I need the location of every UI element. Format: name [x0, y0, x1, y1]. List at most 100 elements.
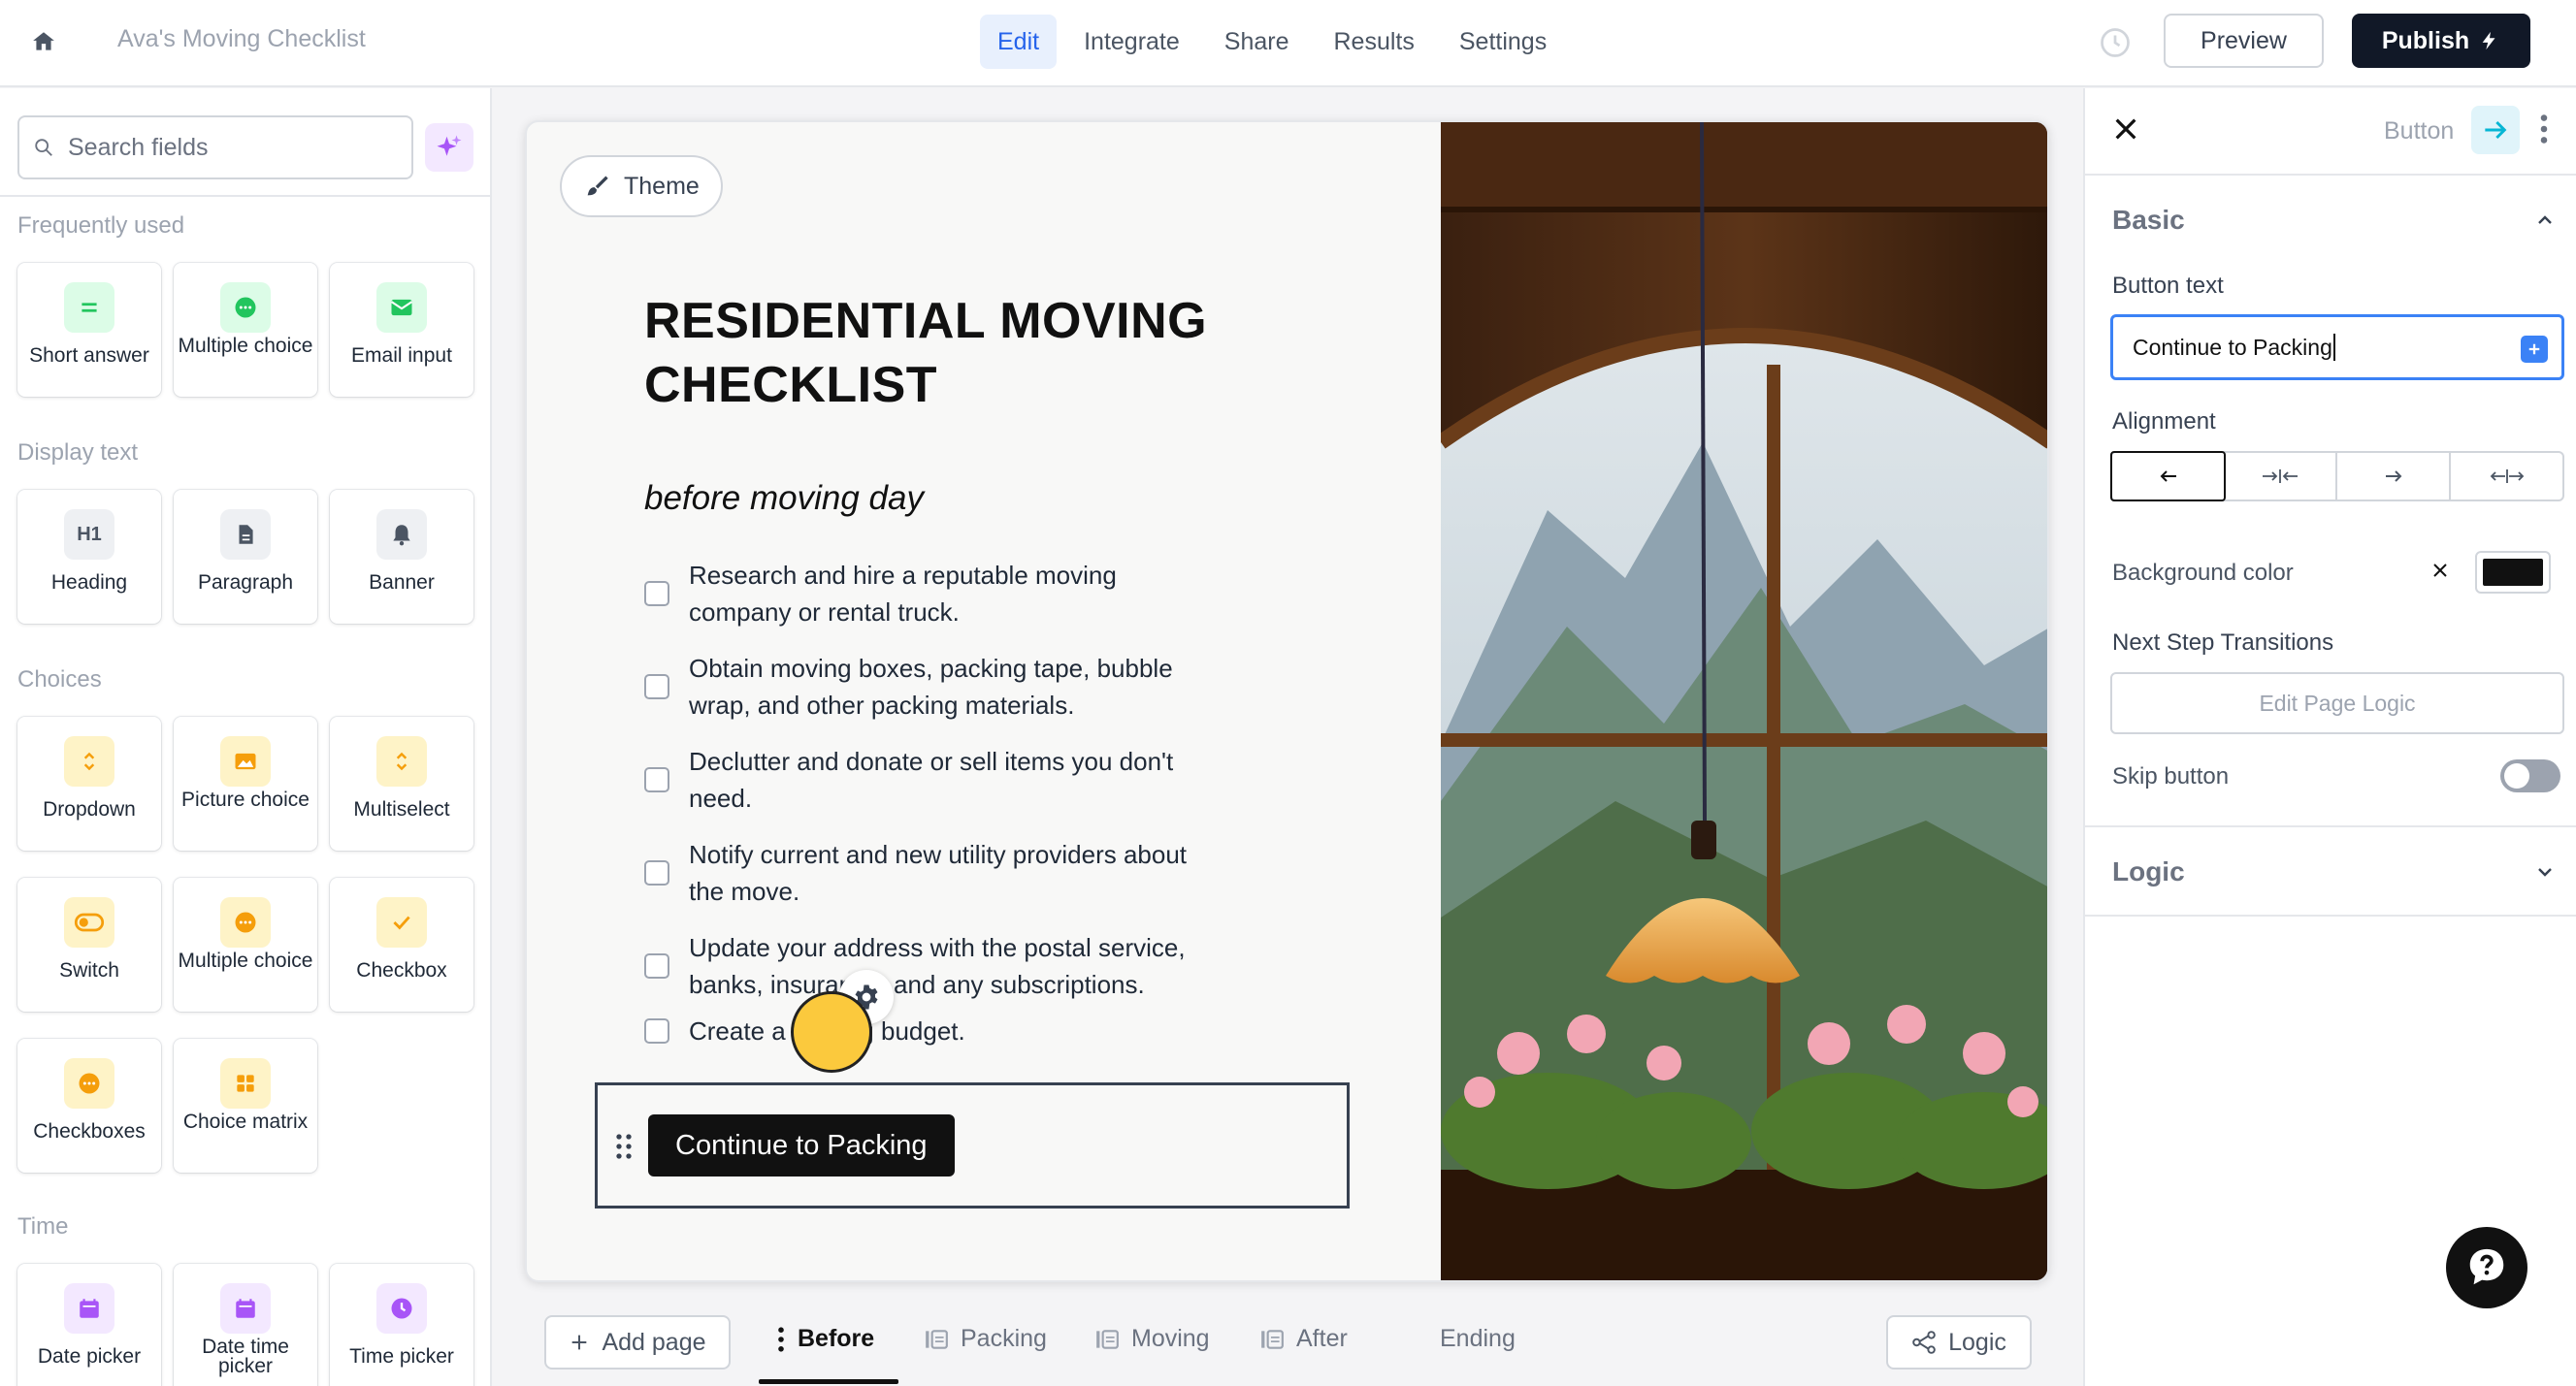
- checklist-checkbox[interactable]: [644, 1018, 669, 1044]
- page-tab-label: Before: [798, 1325, 875, 1352]
- checklist-checkbox[interactable]: [644, 953, 669, 979]
- field-multiple-choice[interactable]: Multiple choice: [174, 263, 317, 397]
- field-picture-choice[interactable]: Picture choice: [174, 717, 317, 851]
- field-banner[interactable]: Banner: [330, 490, 473, 624]
- continue-button[interactable]: Continue to Packing: [648, 1114, 955, 1176]
- history-icon[interactable]: [2098, 25, 2133, 60]
- lightning-icon: [2482, 31, 2495, 50]
- field-date-time-picker[interactable]: Date time picker: [174, 1264, 317, 1386]
- field-checkboxes[interactable]: Checkboxes: [17, 1039, 161, 1173]
- selected-button-block[interactable]: Continue to Packing: [595, 1082, 1350, 1209]
- checklist-item-text: Declutter and donate or sell items you d…: [689, 747, 1174, 813]
- logic-section-title[interactable]: Logic: [2112, 856, 2185, 887]
- clear-color-icon[interactable]: [2429, 559, 2456, 586]
- field-date-picker[interactable]: Date picker: [17, 1264, 161, 1386]
- checklist-checkbox[interactable]: [644, 860, 669, 886]
- page-tab-packing[interactable]: Packing: [924, 1325, 1047, 1353]
- background-color-swatch[interactable]: [2475, 551, 2551, 594]
- field-heading[interactable]: H1 Heading: [17, 490, 161, 624]
- field-multiselect[interactable]: Multiselect: [330, 717, 473, 851]
- align-right-button[interactable]: [2337, 453, 2451, 500]
- field-label: Time picker: [349, 1345, 454, 1368]
- page-tab-moving[interactable]: Moving: [1094, 1325, 1210, 1353]
- page-tab-ending[interactable]: Ending: [1440, 1325, 1516, 1353]
- help-icon[interactable]: [2446, 1227, 2527, 1308]
- nav-tab-edit[interactable]: Edit: [980, 15, 1058, 69]
- field-label: Multiselect: [353, 798, 450, 821]
- multiple-choice-icon: [220, 282, 271, 333]
- field-checkbox[interactable]: Checkbox: [330, 878, 473, 1012]
- brush-icon: [587, 176, 608, 196]
- bell-icon: [376, 509, 427, 560]
- chevron-down-icon[interactable]: [2533, 860, 2559, 886]
- field-label: Checkbox: [356, 959, 447, 982]
- checklist-checkbox[interactable]: [644, 767, 669, 792]
- plus-icon[interactable]: [2521, 336, 2548, 363]
- basic-section-title[interactable]: Basic: [2112, 205, 2185, 236]
- page-tab-before[interactable]: Before: [776, 1325, 874, 1353]
- field-label: Choice matrix: [182, 1111, 309, 1133]
- form-canvas: Theme RESIDENTIAL MOVING CHECKLIST befor…: [525, 120, 2049, 1282]
- panel-divider: [2085, 915, 2576, 917]
- page-icon: [1096, 1329, 1119, 1349]
- arrow-right-icon: [2385, 470, 2401, 482]
- checklist-checkbox[interactable]: [644, 581, 669, 606]
- theme-button[interactable]: Theme: [560, 155, 723, 217]
- toggle-knob: [2504, 763, 2529, 789]
- align-full-button[interactable]: [2451, 453, 2562, 500]
- search-box[interactable]: [17, 115, 413, 179]
- field-time-picker[interactable]: Time picker: [330, 1264, 473, 1386]
- publish-button[interactable]: Publish: [2352, 14, 2530, 68]
- home-icon[interactable]: [27, 25, 60, 58]
- checklist-item-text: Obtain moving boxes, packing tape, bubbl…: [689, 654, 1173, 720]
- field-label: Email input: [351, 344, 452, 367]
- field-choice-matrix[interactable]: Choice matrix: [174, 1039, 317, 1173]
- checklist-item: Update your address with the postal serv…: [644, 929, 1213, 1003]
- button-text-input[interactable]: Continue to Packing: [2110, 314, 2564, 380]
- edit-page-logic-button[interactable]: Edit Page Logic: [2110, 672, 2564, 734]
- multiselect-icon: [376, 736, 427, 787]
- field-multiple-choice-2[interactable]: Multiple choice: [174, 878, 317, 1012]
- checklist-item: Declutter and donate or sell items you d…: [644, 743, 1213, 817]
- button-text-value: Continue to Packing: [2133, 334, 2332, 360]
- page-subheading[interactable]: before moving day: [644, 479, 924, 518]
- theme-label: Theme: [624, 172, 700, 200]
- preview-button[interactable]: Preview: [2164, 14, 2324, 68]
- form-title[interactable]: Ava's Moving Checklist: [117, 25, 366, 53]
- checklist-item-text: Research and hire a reputable moving com…: [689, 561, 1117, 627]
- field-short-answer[interactable]: Short answer: [17, 263, 161, 397]
- skip-button-label: Skip button: [2112, 763, 2230, 790]
- page-heading[interactable]: RESIDENTIAL MOVING CHECKLIST: [644, 289, 1265, 417]
- align-left-button[interactable]: [2110, 451, 2226, 501]
- field-paragraph[interactable]: Paragraph: [174, 490, 317, 624]
- picture-icon: [220, 736, 271, 787]
- add-page-button[interactable]: Add page: [544, 1315, 731, 1370]
- more-vertical-icon[interactable]: [2539, 112, 2559, 150]
- nav-tab-settings[interactable]: Settings: [1442, 15, 1564, 69]
- field-email-input[interactable]: Email input: [330, 263, 473, 397]
- nav-tab-integrate[interactable]: Integrate: [1066, 15, 1197, 69]
- chevron-up-icon[interactable]: [2533, 209, 2559, 234]
- checklist-checkbox[interactable]: [644, 674, 669, 699]
- page-tab-after[interactable]: After: [1259, 1325, 1348, 1353]
- close-icon[interactable]: [2110, 113, 2145, 148]
- search-input[interactable]: [68, 133, 378, 162]
- page-tab-label: After: [1296, 1325, 1348, 1352]
- drag-handle-icon[interactable]: [613, 1132, 635, 1166]
- grid-icon: [220, 1058, 271, 1109]
- field-label: Paragraph: [197, 571, 294, 594]
- nav-tab-results[interactable]: Results: [1317, 15, 1432, 69]
- background-color-label: Background color: [2112, 560, 2294, 586]
- sparkle-icon[interactable]: [425, 123, 473, 172]
- skip-button-toggle[interactable]: [2500, 759, 2560, 792]
- active-tab-underline: [759, 1379, 898, 1384]
- multiple-choice-icon: [220, 897, 271, 948]
- checklist-item-text: Create a moving budget.: [689, 1016, 965, 1046]
- more-vertical-icon[interactable]: [776, 1326, 786, 1353]
- logic-button[interactable]: Logic: [1886, 1315, 2032, 1370]
- field-dropdown[interactable]: Dropdown: [17, 717, 161, 851]
- field-switch[interactable]: Switch: [17, 878, 161, 1012]
- field-label: Dropdown: [43, 798, 136, 821]
- nav-tab-share[interactable]: Share: [1207, 15, 1307, 69]
- align-center-button[interactable]: [2224, 453, 2337, 500]
